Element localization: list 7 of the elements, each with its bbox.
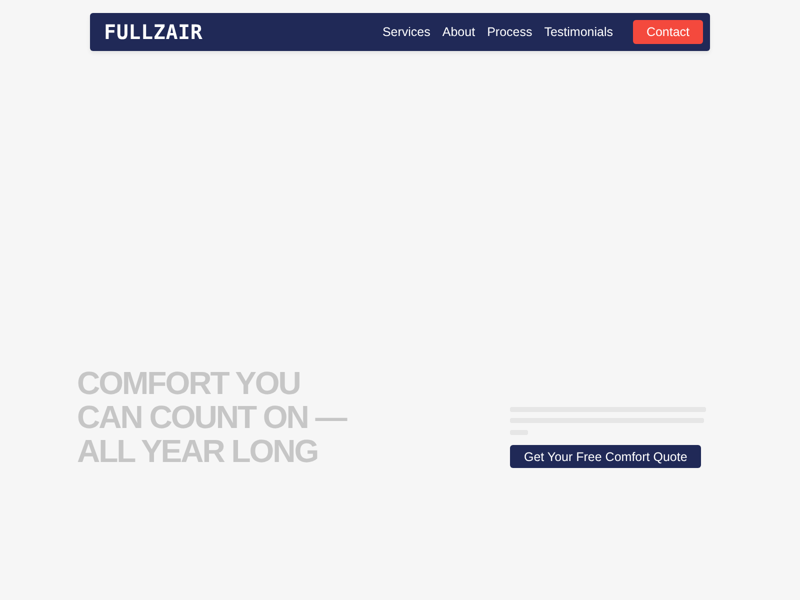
- nav-link[interactable]: Testimonials: [544, 25, 613, 39]
- nav-link[interactable]: Process: [487, 25, 532, 39]
- nav-link[interactable]: About: [442, 25, 476, 39]
- contact-button[interactable]: Contact: [633, 20, 703, 44]
- quote-button[interactable]: Get Your Free Comfort Quote: [510, 445, 702, 468]
- nav-link[interactable]: Services: [382, 25, 430, 39]
- logo[interactable]: FULLZAIR: [104, 20, 203, 44]
